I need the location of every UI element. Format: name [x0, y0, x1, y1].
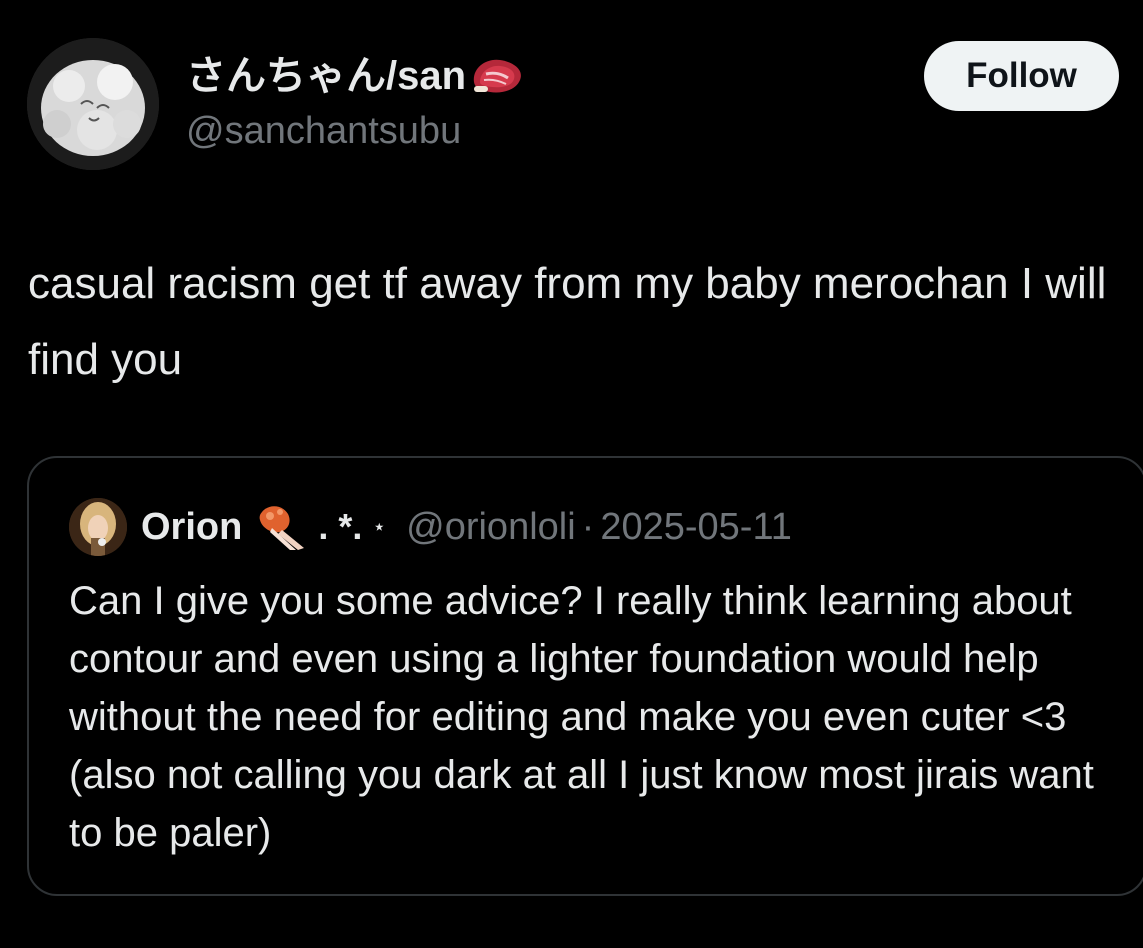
post-text: casual racism get tf away from my baby m…	[28, 259, 1107, 384]
rocket-icon	[252, 498, 314, 556]
post: さんちゃん/san @sanchantsubu Follow casual ra…	[0, 0, 1143, 948]
header-separator: ·	[581, 505, 595, 548]
name-decoration: . *.	[318, 506, 363, 547]
name-decoration-star: ⋆	[372, 514, 387, 539]
quoted-author-name[interactable]: Orion	[141, 506, 242, 549]
quoted-post-header: Orion . *. ⋆ @orionloli · 2025-05-11	[69, 498, 792, 556]
quoted-post-date[interactable]: 2025-05-11	[600, 506, 792, 549]
steak-icon	[468, 52, 526, 100]
quoted-author-avatar[interactable]	[69, 498, 127, 556]
follow-button[interactable]: Follow	[924, 41, 1119, 111]
quoted-author-handle[interactable]: @orionloli	[406, 506, 576, 549]
author-avatar[interactable]	[27, 38, 159, 170]
quoted-post-card[interactable]: Orion . *. ⋆ @orionloli · 2025-05-11 Can…	[27, 456, 1143, 896]
author-name-text: さんちゃん/san	[186, 54, 467, 98]
author-display-name[interactable]: さんちゃん/san	[186, 50, 526, 102]
author-handle[interactable]: @sanchantsubu	[186, 108, 461, 154]
quoted-post-text: Can I give you some advice? I really thi…	[69, 579, 1094, 855]
